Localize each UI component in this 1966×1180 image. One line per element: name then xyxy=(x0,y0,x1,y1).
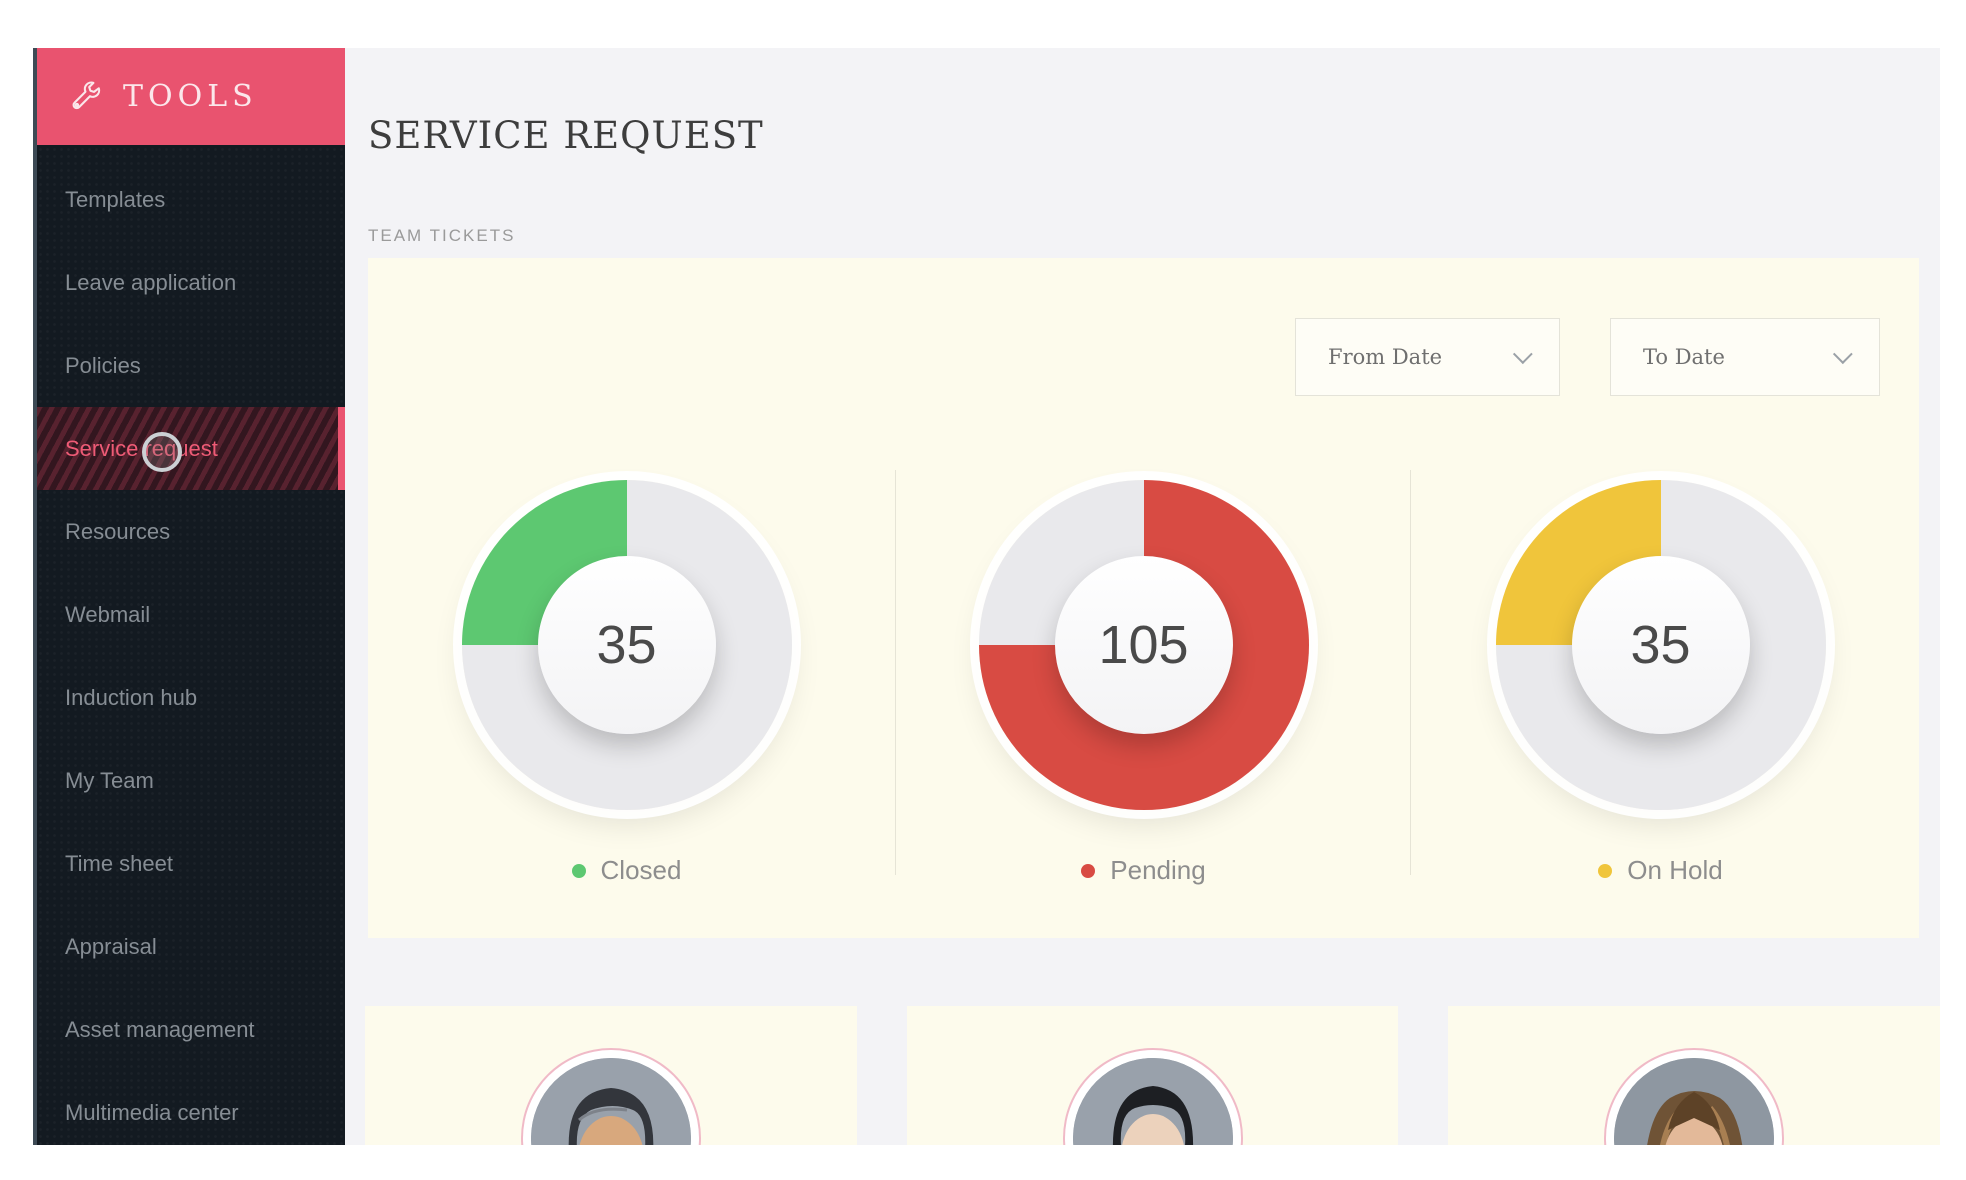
sidebar-item-label: Leave application xyxy=(65,270,236,296)
sidebar-item-label: My Team xyxy=(65,768,154,794)
sidebar-item-label: Templates xyxy=(65,187,165,213)
sidebar: TOOLS Templates Leave application Polici… xyxy=(33,48,345,1145)
donut-chart: 105 xyxy=(979,480,1309,810)
team-member-card[interactable] xyxy=(907,1006,1399,1145)
sidebar-item-label: Policies xyxy=(65,353,141,379)
sidebar-item-leave-application[interactable]: Leave application xyxy=(37,241,345,324)
donut-row: 35 Closed 105 Pending 35 On Hold xyxy=(368,480,1919,886)
legend-label: On Hold xyxy=(1627,855,1722,886)
sidebar-item-induction-hub[interactable]: Induction hub xyxy=(37,656,345,739)
sidebar-item-label: Service request xyxy=(65,436,218,462)
legend-dot-icon xyxy=(572,864,586,878)
sidebar-item-service-request[interactable]: Service request xyxy=(37,407,345,490)
chevron-down-icon xyxy=(1833,344,1853,364)
page-title: SERVICE REQUEST xyxy=(368,114,764,157)
sidebar-item-time-sheet[interactable]: Time sheet xyxy=(37,822,345,905)
sidebar-nav: Templates Leave application Policies Ser… xyxy=(37,145,345,1145)
donut-chart: 35 xyxy=(462,480,792,810)
avatar-woman-long-hair xyxy=(1614,1058,1774,1145)
sidebar-item-label: Induction hub xyxy=(65,685,197,711)
section-label: TEAM TICKETS xyxy=(368,226,515,246)
sidebar-item-policies[interactable]: Policies xyxy=(37,324,345,407)
team-member-card[interactable] xyxy=(365,1006,857,1145)
sidebar-item-templates[interactable]: Templates xyxy=(37,158,345,241)
donut-chart: 35 xyxy=(1496,480,1826,810)
team-member-card[interactable] xyxy=(1448,1006,1940,1145)
sidebar-header: TOOLS xyxy=(37,48,345,145)
sidebar-item-label: Webmail xyxy=(65,602,150,628)
ticket-gauge: 35 On Hold xyxy=(1402,480,1919,886)
app-window: TOOLS Templates Leave application Polici… xyxy=(33,48,1940,1145)
legend-label: Pending xyxy=(1110,855,1205,886)
legend-dot-icon xyxy=(1598,864,1612,878)
sidebar-title: TOOLS xyxy=(123,79,258,114)
legend: Pending xyxy=(1081,855,1205,886)
legend-dot-icon xyxy=(1081,864,1095,878)
chevron-down-icon xyxy=(1513,344,1533,364)
ticket-count: 35 xyxy=(1630,614,1690,676)
avatar-man-dark-hair xyxy=(1073,1058,1233,1145)
sidebar-item-asset-management[interactable]: Asset management xyxy=(37,988,345,1071)
from-date-dropdown[interactable]: From Date xyxy=(1295,318,1560,396)
wrench-icon xyxy=(67,79,103,115)
legend: Closed xyxy=(572,855,682,886)
from-date-label: From Date xyxy=(1328,345,1442,369)
ticket-gauge: 105 Pending xyxy=(885,480,1402,886)
sidebar-item-label: Asset management xyxy=(65,1017,255,1043)
ticket-count: 35 xyxy=(596,614,656,676)
sidebar-item-label: Resources xyxy=(65,519,170,545)
sidebar-item-multimedia-center[interactable]: Multimedia center xyxy=(37,1071,345,1145)
legend: On Hold xyxy=(1598,855,1722,886)
legend-label: Closed xyxy=(601,855,682,886)
avatar-man-gray-hair xyxy=(531,1058,691,1145)
team-member-cards xyxy=(365,1006,1940,1145)
ticket-count: 105 xyxy=(1098,614,1188,676)
ticket-gauge: 35 Closed xyxy=(368,480,885,886)
team-tickets-panel: From Date To Date 35 Closed 105 xyxy=(368,258,1919,938)
sidebar-item-label: Appraisal xyxy=(65,934,157,960)
sidebar-item-my-team[interactable]: My Team xyxy=(37,739,345,822)
sidebar-item-label: Time sheet xyxy=(65,851,173,877)
to-date-dropdown[interactable]: To Date xyxy=(1610,318,1880,396)
sidebar-item-webmail[interactable]: Webmail xyxy=(37,573,345,656)
main-content: SERVICE REQUEST TEAM TICKETS From Date T… xyxy=(345,48,1940,1145)
sidebar-item-resources[interactable]: Resources xyxy=(37,490,345,573)
sidebar-item-label: Multimedia center xyxy=(65,1100,239,1126)
to-date-label: To Date xyxy=(1643,345,1725,369)
sidebar-item-appraisal[interactable]: Appraisal xyxy=(37,905,345,988)
